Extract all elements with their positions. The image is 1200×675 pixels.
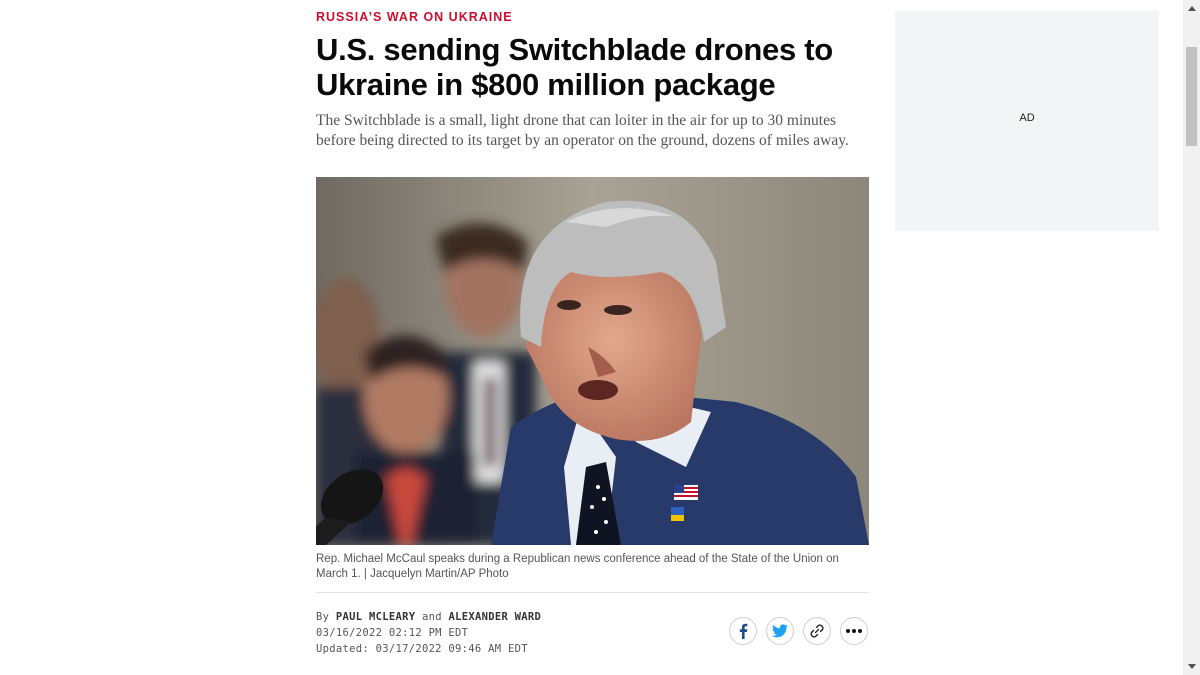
published-timestamp: 03/16/2022 02:12 PM EDT (316, 627, 469, 639)
byline: By PAUL MCLEARY and ALEXANDER WARD 03/16… (316, 609, 541, 657)
scroll-up-arrow[interactable] (1183, 0, 1200, 17)
article-dek: The Switchblade is a small, light drone … (316, 112, 849, 149)
ad-label: AD (1019, 112, 1035, 124)
photo-caption: Rep. Michael McCaul speaks during a Repu… (316, 553, 839, 580)
link-icon (810, 624, 824, 638)
divider (316, 592, 869, 593)
section-kicker[interactable]: RUSSIA’S WAR ON UKRAINE (316, 10, 513, 24)
page-scrollbar[interactable] (1183, 0, 1200, 675)
twitter-icon (772, 624, 788, 638)
share-tools (729, 617, 868, 645)
more-icon (846, 629, 862, 633)
chevron-up-icon (1187, 6, 1196, 11)
updated-timestamp: Updated: 03/17/2022 09:46 AM EDT (316, 643, 528, 655)
ad-slot[interactable]: AD (895, 11, 1159, 231)
byline-and: and (421, 611, 442, 623)
author-link-alexander-ward[interactable]: ALEXANDER WARD (448, 611, 541, 623)
lead-photo-illustration (316, 177, 869, 545)
author-link-paul-mcleary[interactable]: PAUL MCLEARY (336, 611, 415, 623)
chevron-down-icon (1187, 664, 1196, 669)
scrollbar-thumb[interactable] (1186, 47, 1197, 146)
facebook-icon (739, 623, 748, 639)
article-headline: U.S. sending Switchblade drones to Ukrai… (316, 32, 833, 102)
share-twitter-button[interactable] (766, 617, 794, 645)
byline-by: By (316, 611, 330, 623)
copy-link-button[interactable] (803, 617, 831, 645)
scroll-down-arrow[interactable] (1183, 658, 1200, 675)
more-share-options-button[interactable] (840, 617, 868, 645)
byline-authors: By PAUL MCLEARY and ALEXANDER WARD (316, 609, 541, 625)
share-facebook-button[interactable] (729, 617, 757, 645)
lead-photo (316, 177, 869, 545)
